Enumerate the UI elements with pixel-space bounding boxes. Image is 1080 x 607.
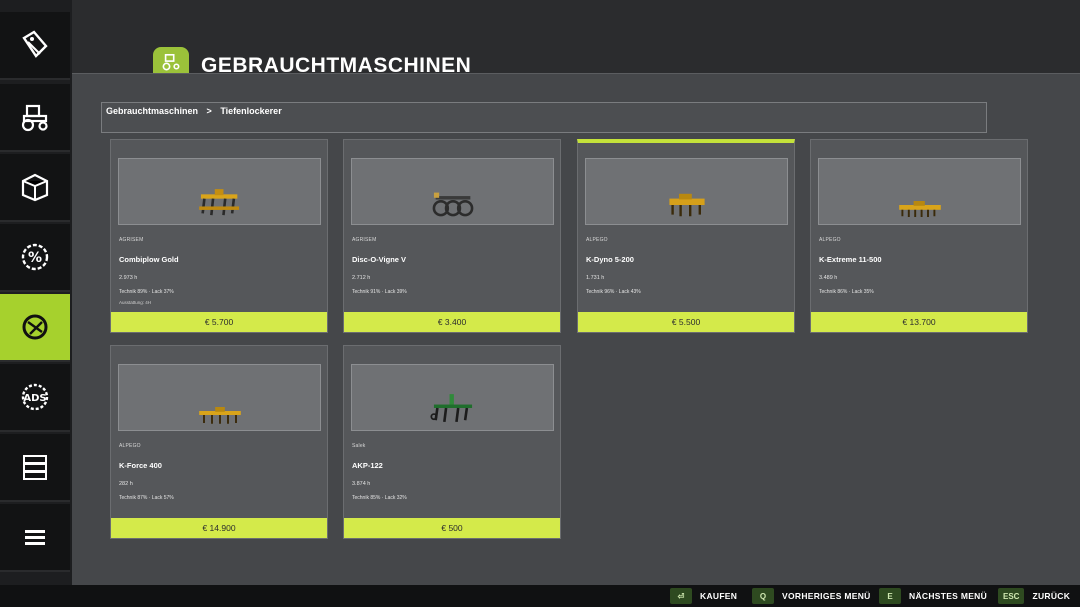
machine-condition: Technik 89% · Lack 37% <box>119 289 174 295</box>
machine-card-selected[interactable]: ALPEGO K-Dyno 5-200 1.731 h Technik 96% … <box>577 139 795 333</box>
percent-badge-icon: % <box>21 243 49 271</box>
buy-label: KAUFEN <box>700 591 738 601</box>
esc-key: ESC <box>998 588 1025 604</box>
sidebar-item-prices[interactable] <box>0 12 70 80</box>
machine-image <box>351 158 554 225</box>
machine-condition: Technik 85% · Lack 32% <box>352 495 407 501</box>
subsoiler-icon <box>198 189 239 216</box>
machine-card[interactable]: Salek AKP-122 3.874 h Technik 85% · Lack… <box>343 345 561 539</box>
green-subsoiler-icon <box>429 394 472 423</box>
machine-name: Disc-O-Vigne V <box>352 255 407 264</box>
price-button[interactable]: € 3.400 <box>344 312 560 332</box>
back-button[interactable]: ESC ZURÜCK <box>998 588 1070 604</box>
machine-name: K-Dyno 5-200 <box>586 255 634 264</box>
price-button[interactable]: € 500 <box>344 518 560 538</box>
machine-condition: Technik 86% · Lack 35% <box>819 289 874 295</box>
app-root: % ADS GEBRAUCHTMASCHINEN Gebrauchtmaschi… <box>0 0 1080 607</box>
machine-name: K-Force 400 <box>119 461 162 470</box>
machine-image <box>818 158 1021 225</box>
machine-hours: 3.489 h <box>819 275 838 281</box>
machine-image <box>585 158 788 225</box>
previous-menu-label: VORHERIGES MENÜ <box>782 591 871 601</box>
price-tag-icon <box>22 30 48 58</box>
machine-extra: Ausstattung: 4H <box>119 300 152 305</box>
machine-image <box>351 364 554 431</box>
machine-card[interactable]: AGRISEM Combiplow Gold 2.973 h Technik 8… <box>110 139 328 333</box>
sidebar: % ADS <box>0 0 72 585</box>
machine-hours: 282 h <box>119 481 133 487</box>
price-button[interactable]: € 5.500 <box>578 312 794 332</box>
machine-name: Combiplow Gold <box>119 255 179 264</box>
server-icon <box>23 455 47 480</box>
sidebar-item-sales[interactable]: % <box>0 224 70 292</box>
crate-icon <box>21 173 49 202</box>
price-button[interactable]: € 5.700 <box>111 312 327 332</box>
machine-hours: 2.712 h <box>352 275 371 281</box>
svg-text:%: % <box>28 250 42 266</box>
sidebar-item-ads[interactable]: ADS <box>0 364 70 432</box>
svg-text:ADS: ADS <box>23 393 46 404</box>
breadcrumb-separator: > <box>206 106 212 116</box>
machine-brand: ALPEGO <box>119 443 141 449</box>
machine-condition: Technik 91% · Lack 39% <box>352 289 407 295</box>
next-menu-button[interactable]: E NÄCHSTES MENÜ <box>879 588 987 604</box>
subsoiler-icon <box>198 407 241 424</box>
e-key: E <box>879 588 901 604</box>
breadcrumb: Gebrauchtmaschinen > Tiefenlockerer <box>101 102 987 133</box>
machine-name: AKP-122 <box>352 461 383 470</box>
main-panel: Gebrauchtmaschinen > Tiefenlockerer AGRI… <box>72 73 1080 585</box>
buy-button[interactable]: ⏎ KAUFEN <box>670 588 737 604</box>
machine-name: K-Extreme 11-500 <box>819 255 882 264</box>
sidebar-item-storage[interactable] <box>0 154 70 222</box>
used-machines-icon <box>22 314 48 340</box>
machine-condition: Technik 96% · Lack 43% <box>586 289 641 295</box>
machine-hours: 2.973 h <box>119 275 138 281</box>
sidebar-item-production[interactable] <box>0 434 70 502</box>
machine-card[interactable]: AGRISEM Disc-O-Vigne V 2.712 h Technik 9… <box>343 139 561 333</box>
machine-card[interactable]: ALPEGO K-Force 400 282 h Technik 87% · L… <box>110 345 328 539</box>
machine-brand: ALPEGO <box>586 237 608 243</box>
machine-brand: ALPEGO <box>819 237 841 243</box>
machine-hours: 3.874 h <box>352 481 371 487</box>
machine-brand: Salek <box>352 443 366 449</box>
price-button[interactable]: € 13.700 <box>811 312 1027 332</box>
machine-image <box>118 158 321 225</box>
enter-key-icon: ⏎ <box>670 588 692 604</box>
disc-harrow-icon <box>432 192 473 217</box>
machine-condition: Technik 87% · Lack 57% <box>119 495 174 501</box>
machine-brand: AGRISEM <box>352 237 377 243</box>
next-menu-label: NÄCHSTES MENÜ <box>909 591 988 601</box>
q-key: Q <box>752 588 774 604</box>
footer-bar: ⏎ KAUFEN Q VORHERIGES MENÜ E NÄCHSTES ME… <box>0 585 1080 607</box>
breadcrumb-item-root[interactable]: Gebrauchtmaschinen <box>106 106 198 116</box>
tractor-icon <box>21 104 48 132</box>
sidebar-item-used-machines[interactable] <box>0 294 70 362</box>
machine-image <box>118 364 321 431</box>
menu-icon <box>25 530 45 545</box>
sidebar-item-vehicles[interactable] <box>0 84 70 152</box>
sidebar-item-menu[interactable] <box>0 504 70 572</box>
machine-brand: AGRISEM <box>119 237 144 243</box>
machine-hours: 1.731 h <box>586 275 605 281</box>
wide-cultivator-icon <box>898 201 941 217</box>
price-button[interactable]: € 14.900 <box>111 518 327 538</box>
previous-menu-button[interactable]: Q VORHERIGES MENÜ <box>752 588 871 604</box>
machine-card[interactable]: ALPEGO K-Extreme 11-500 3.489 h Technik … <box>810 139 1028 333</box>
ads-gear-icon: ADS <box>21 383 49 411</box>
back-label: ZURÜCK <box>1032 591 1071 601</box>
cultivator-icon <box>668 193 705 217</box>
breadcrumb-item-current: Tiefenlockerer <box>220 106 282 116</box>
